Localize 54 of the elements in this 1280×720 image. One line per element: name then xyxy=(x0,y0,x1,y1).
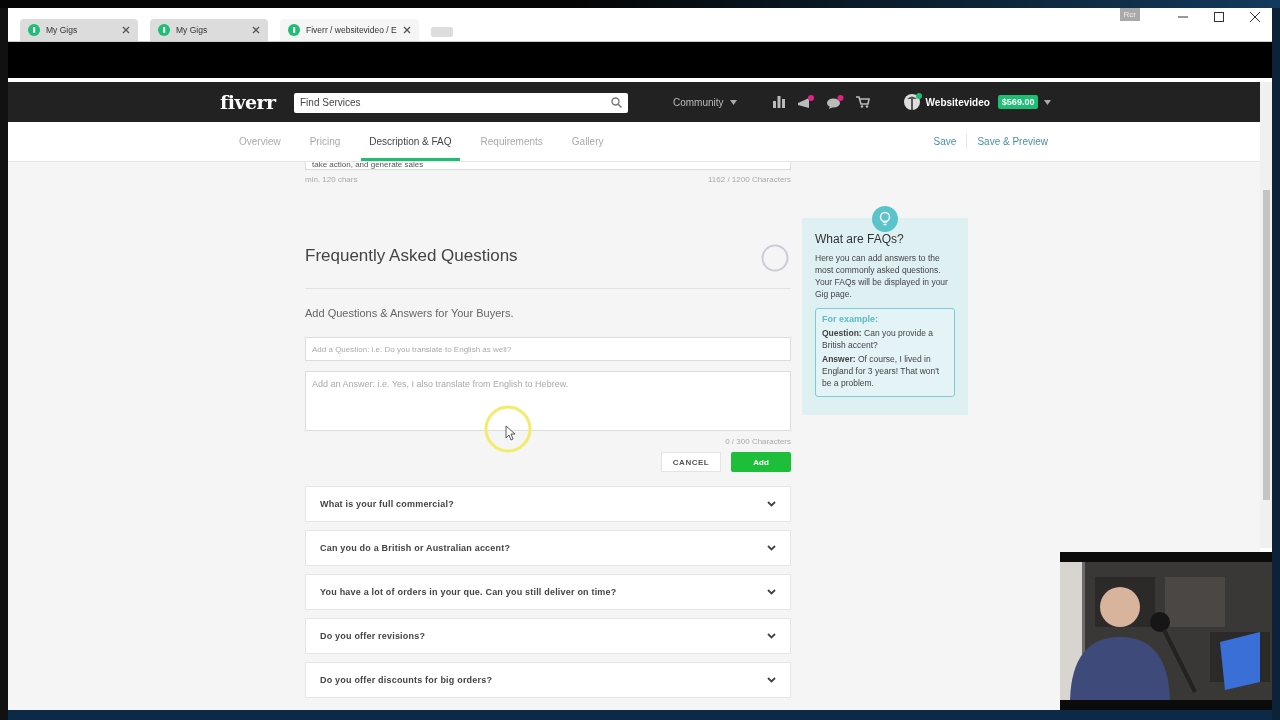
faq-item[interactable]: Do you offer revisions? xyxy=(305,618,791,654)
close-icon[interactable] xyxy=(1250,12,1260,22)
save-link[interactable]: Save xyxy=(933,122,957,161)
close-icon[interactable] xyxy=(122,26,130,34)
faq-item[interactable]: What is your full commercial? xyxy=(305,486,791,522)
maximize-icon[interactable] xyxy=(1214,12,1224,22)
username[interactable]: Websitevideo xyxy=(925,96,990,108)
caret-icon[interactable] xyxy=(729,99,737,105)
chevron-icon[interactable] xyxy=(767,633,776,639)
browser-tab[interactable]: My Gigs xyxy=(150,19,268,41)
faq-item[interactable]: You have a lot of orders in your que. Can you still deliver on time? xyxy=(305,574,791,610)
logo[interactable]: fiverr xyxy=(220,91,282,113)
site-icon xyxy=(158,24,170,36)
cancel-button[interactable]: CANCEL xyxy=(661,452,721,472)
save-link[interactable]: Save & Preview xyxy=(977,122,1048,161)
chevron-icon[interactable] xyxy=(767,677,776,683)
tip-title: What are FAQs? xyxy=(815,232,905,246)
close-icon[interactable] xyxy=(402,26,411,34)
caret-icon[interactable] xyxy=(1044,99,1052,105)
spinner-icon xyxy=(761,244,789,272)
browser-tab[interactable]: Fiverr / websitevideo / E xyxy=(280,19,419,41)
site-icon xyxy=(288,24,300,36)
example-title: For example: xyxy=(822,314,880,324)
section-title: Frequently Asked Questions xyxy=(305,246,518,266)
tip-text: Here you can add answers to the most commonly asked questions. Your FAQs will be displayed in your Gig page. xyxy=(815,252,949,300)
answer-field[interactable]: Add an Answer: i.e. Yes, I also translate from English to Hebrew. xyxy=(305,371,791,431)
search-field[interactable]: Find Services xyxy=(294,92,628,113)
site-icon xyxy=(28,24,40,36)
megaphone-icon[interactable] xyxy=(796,95,815,109)
scrollbar-thumb[interactable] xyxy=(1262,190,1270,500)
section-subtitle: Add Questions & Answers for Your Buyers. xyxy=(305,307,515,319)
question-field[interactable]: Add a Question: i.e. Do you translate to English as well? xyxy=(305,337,791,361)
community-menu[interactable]: Community xyxy=(673,96,724,108)
character-count: 1162 / 1200 Characters xyxy=(708,175,791,184)
bar-chart-icon[interactable] xyxy=(772,96,785,108)
cursor-highlight-icon xyxy=(483,404,533,454)
chevron-icon[interactable] xyxy=(767,501,776,507)
min-hint: min. 120 chars xyxy=(305,175,358,184)
avatar-icon[interactable] xyxy=(903,93,922,111)
faq-item[interactable]: Do you offer discounts for big orders? xyxy=(305,662,791,698)
faq-item[interactable]: Can you do a British or Australian accent? xyxy=(305,530,791,566)
chevron-icon[interactable] xyxy=(767,545,776,551)
chevron-icon[interactable] xyxy=(767,589,776,595)
lightbulb-icon xyxy=(872,206,898,232)
example-text: Question: Can you provide a British accent? xyxy=(822,327,935,351)
scrollbar[interactable] xyxy=(1260,82,1272,548)
browser-tab[interactable]: My Gigs xyxy=(20,19,138,41)
cart-icon[interactable] xyxy=(855,96,870,108)
window-badge: Rcr xyxy=(1119,8,1140,21)
example-text: Answer: Of course, I lived in England for 3 years! That won't be a problem. xyxy=(822,353,941,389)
description-field[interactable]: take action, and generate sales xyxy=(305,162,791,170)
close-icon[interactable] xyxy=(252,26,260,34)
search-icon[interactable] xyxy=(611,97,622,108)
chat-icon[interactable] xyxy=(826,95,844,109)
